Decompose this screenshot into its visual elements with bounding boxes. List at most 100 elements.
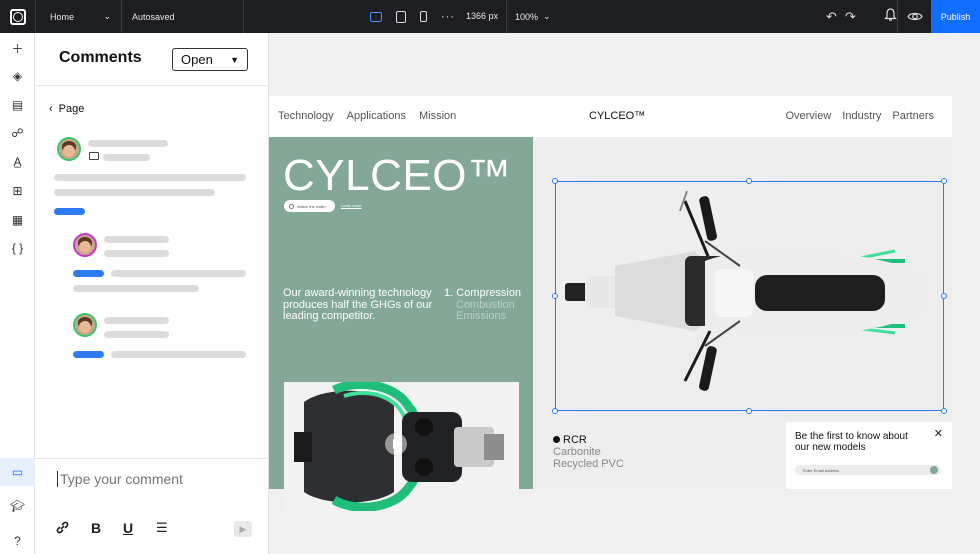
caret-down-icon: ▼ [230, 54, 239, 65]
skeleton-line [103, 154, 150, 161]
skeleton-action [73, 270, 104, 277]
page-selector-label: Home [50, 11, 75, 22]
comment-filter-select[interactable]: Open ▼ [172, 48, 248, 71]
site-canvas: Technology Applications Mission CYLCEO™ … [269, 96, 952, 511]
submit-button[interactable] [930, 466, 938, 474]
learn-more-link[interactable]: Learn more [341, 203, 361, 208]
spec-title-label: RCR [563, 434, 587, 446]
popup-text: Be the first to know about our new model… [795, 431, 908, 453]
table-icon[interactable]: ▦ [0, 209, 35, 231]
spec-block: RCR Carbonite Recycled PVC [553, 434, 624, 470]
skeleton-line [104, 317, 169, 324]
mobile-icon[interactable] [420, 11, 427, 22]
bell-icon[interactable] [883, 8, 897, 25]
preview-button[interactable] [897, 0, 931, 33]
motorcycle-image[interactable] [552, 178, 947, 414]
design-icon[interactable]: ☍ [0, 122, 35, 144]
chevron-down-icon: ⌄ [103, 11, 111, 21]
resize-handle[interactable] [941, 408, 947, 414]
code-icon[interactable]: { } [0, 237, 35, 259]
engine-video[interactable] [284, 382, 519, 511]
zoom-value: 100% [515, 11, 539, 22]
hero-left: CYLCEO™ Watch the trailer Learn more Our… [269, 137, 533, 511]
text-theme-icon[interactable]: A̲ [0, 151, 35, 173]
viewport-width[interactable]: 1366 px [466, 11, 498, 21]
divider [35, 458, 269, 459]
resize-handle[interactable] [941, 178, 947, 184]
newsletter-popup: Be the first to know about our new model… [786, 422, 952, 489]
resize-handle[interactable] [552, 293, 558, 299]
nav-link-partners[interactable]: Partners [892, 110, 934, 122]
divider [35, 85, 269, 86]
underline-icon[interactable]: U [123, 520, 133, 536]
redo-icon[interactable]: ↷ [845, 9, 856, 25]
resize-handle[interactable] [552, 178, 558, 184]
skeleton-line [111, 270, 246, 277]
send-icon[interactable]: ▶ [234, 521, 252, 537]
spec-title: RCR [553, 434, 624, 446]
eye-icon [906, 12, 923, 21]
more-icon[interactable]: ··· [441, 11, 455, 23]
watch-trailer-button[interactable]: Watch the trailer [284, 200, 335, 212]
skeleton-line [54, 189, 215, 196]
bold-icon[interactable]: B [91, 520, 101, 536]
panel-title: Comments [59, 49, 142, 66]
zoom-select[interactable]: 100% ⌄ [506, 0, 551, 33]
pages-icon[interactable]: ▤ [0, 94, 35, 116]
resize-handle[interactable] [941, 293, 947, 299]
publish-button[interactable]: Publish [931, 0, 980, 33]
apps-icon[interactable]: ⊞ [0, 180, 35, 202]
nav-link-applications[interactable]: Applications [347, 110, 406, 122]
learn-icon[interactable]: 🎓︎ [0, 495, 35, 517]
skeleton-line [54, 174, 246, 181]
nav-link-industry[interactable]: Industry [842, 110, 881, 122]
skeleton-line [111, 351, 246, 358]
page-selector[interactable]: Home ⌄ [35, 0, 121, 33]
help-icon[interactable]: ? [0, 530, 35, 552]
play-icon [289, 203, 294, 209]
close-icon[interactable]: ✕ [934, 427, 943, 440]
resize-handle[interactable] [746, 408, 752, 414]
comment-input[interactable] [57, 471, 257, 487]
list-item[interactable]: Emissions [444, 310, 521, 323]
back-link[interactable]: ‹ Page [49, 103, 84, 115]
avatar[interactable] [73, 313, 97, 337]
list-item-active[interactable]: 1. Compression [444, 287, 521, 300]
nav-link-overview[interactable]: Overview [785, 110, 831, 122]
skeleton-line [104, 331, 169, 338]
list-number: 1. [444, 287, 454, 299]
undo-icon[interactable]: ↶ [826, 9, 837, 25]
nav-link-technology[interactable]: Technology [278, 110, 334, 122]
top-bar: Home ⌄ Autosaved ··· 1366 px 100% ⌄ ↶ ↷ … [0, 0, 980, 33]
list-icon[interactable]: ☰ [156, 520, 168, 536]
chevron-left-icon: ‹ [49, 103, 53, 115]
bullet-icon [553, 436, 560, 443]
avatar[interactable] [73, 233, 97, 257]
skeleton-line [104, 250, 169, 257]
nav-link-mission[interactable]: Mission [419, 110, 456, 122]
back-label: Page [58, 103, 85, 115]
link-icon[interactable] [55, 520, 70, 538]
comment-icon[interactable]: ▭ [0, 458, 35, 486]
email-field[interactable]: Enter Email Address [795, 465, 941, 475]
avatar[interactable] [57, 137, 81, 161]
hero-tagline: Our award-winning technology produces ha… [283, 287, 433, 322]
add-icon[interactable]: ＋ [0, 37, 35, 59]
chevron-down-icon: ⌄ [543, 11, 551, 21]
skeleton-line [73, 285, 199, 292]
desktop-icon [89, 152, 99, 160]
nav-left: Technology Applications Mission [278, 110, 456, 122]
site-brand[interactable]: CYLCEO™ [589, 110, 645, 122]
desktop-icon[interactable] [370, 11, 382, 22]
site-nav: Technology Applications Mission CYLCEO™ … [269, 96, 952, 137]
resize-handle[interactable] [746, 178, 752, 184]
resize-handle[interactable] [552, 408, 558, 414]
selection-box[interactable] [555, 181, 944, 411]
device-switcher: ··· [370, 0, 455, 33]
logo[interactable] [0, 0, 35, 33]
layers-icon[interactable]: ◈ [0, 65, 35, 87]
tablet-icon[interactable] [396, 10, 406, 23]
skeleton-action [73, 351, 104, 358]
filter-value: Open [181, 52, 213, 67]
spec-line: Carbonite [553, 446, 601, 458]
